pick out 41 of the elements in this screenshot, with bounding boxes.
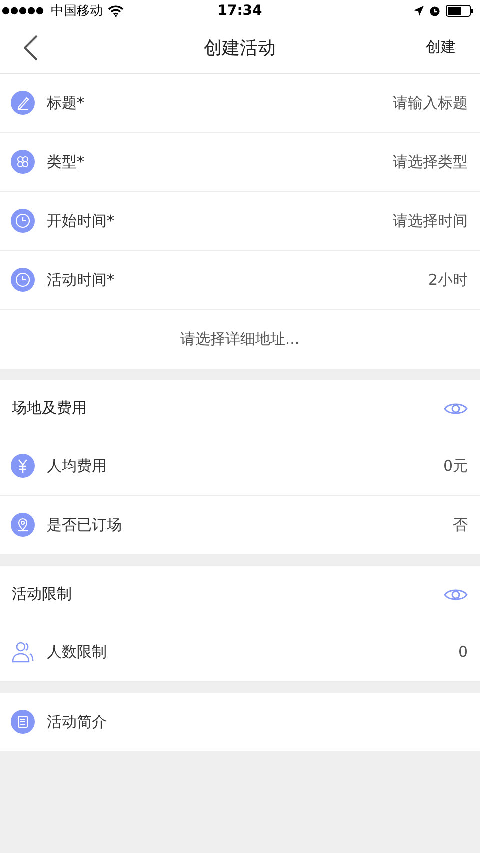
alarm-icon — [429, 5, 441, 17]
field-label: 人数限制 — [47, 642, 107, 662]
section-title: 场地及费用 — [12, 399, 87, 418]
field-label: 是否已订场 — [47, 516, 122, 534]
location-icon — [414, 6, 424, 16]
form-row[interactable]: 标题* 请输入标题 — [0, 74, 480, 133]
field-value: 0 — [458, 643, 468, 661]
field-label: 标题* — [47, 94, 84, 112]
field-value: 0元 — [443, 456, 468, 476]
address-row[interactable]: 请选择详细地址... — [0, 310, 480, 369]
yen-icon — [11, 454, 35, 478]
note-icon — [11, 710, 35, 734]
wifi-icon — [108, 5, 124, 17]
field-value: 否 — [453, 516, 468, 534]
field-label: 开始时间* — [47, 212, 114, 230]
field-value: 请输入标题 — [393, 94, 468, 112]
section-title: 活动限制 — [12, 585, 72, 604]
clock-icon — [11, 268, 35, 292]
battery-icon — [446, 5, 474, 17]
pen-icon — [11, 91, 35, 115]
field-label: 类型* — [47, 152, 84, 172]
clover-icon — [11, 150, 35, 174]
clock-icon — [11, 209, 35, 233]
form-row[interactable]: 开始时间* 请选择时间 — [0, 192, 480, 251]
form-row[interactable]: 活动时间* 2小时 — [0, 251, 480, 310]
field-label: 活动时间* — [47, 270, 114, 290]
field-label: 活动简介 — [47, 712, 107, 732]
field-label: 人均费用 — [47, 456, 107, 476]
carrier-name: 中国移动 — [51, 3, 103, 20]
field-value: 2小时 — [428, 270, 468, 290]
status-time: 17:34 — [218, 3, 262, 19]
location-pin-icon — [11, 513, 35, 537]
form-row[interactable]: 类型* 请选择类型 — [0, 133, 480, 192]
field-value: 请选择类型 — [393, 152, 468, 172]
create-button[interactable]: 创建 — [426, 34, 456, 61]
field-value: 请选择时间 — [393, 212, 468, 230]
signal-icon — [2, 7, 46, 15]
back-icon[interactable] — [24, 34, 38, 60]
address-placeholder: 请选择详细地址... — [180, 330, 300, 349]
page-title: 创建活动 — [204, 36, 276, 60]
people-icon — [11, 640, 35, 664]
